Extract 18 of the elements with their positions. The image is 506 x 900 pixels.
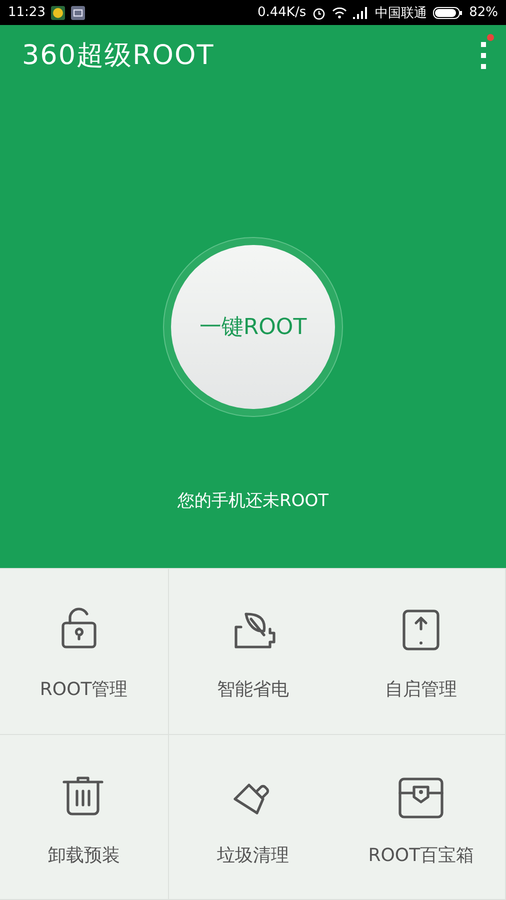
feature-label[interactable]: 卸载预装 — [48, 842, 120, 866]
battery-icon — [433, 6, 464, 18]
status-time: 11:23 — [8, 5, 46, 20]
alarm-icon — [312, 6, 326, 20]
carrier-name: 中国联通 — [375, 4, 428, 22]
feature-label[interactable]: ROOT百宝箱 — [368, 842, 474, 866]
notification-icon — [71, 6, 86, 20]
feature-label[interactable]: 自启管理 — [385, 677, 458, 701]
feature-label[interactable]: 智能省电 — [216, 677, 289, 701]
signal-icon — [353, 6, 370, 18]
notification-icon — [51, 6, 66, 20]
feature-label[interactable]: 垃圾清理 — [216, 842, 289, 866]
app-title: 360超级ROOT — [22, 39, 216, 73]
wifi-icon — [332, 6, 348, 18]
battery-percent: 82% — [469, 5, 498, 20]
network-speed: 0.44K/s — [257, 5, 306, 20]
feature-label[interactable]: ROOT管理 — [40, 677, 128, 701]
root-status: 您的手机还未ROOT — [178, 490, 328, 512]
